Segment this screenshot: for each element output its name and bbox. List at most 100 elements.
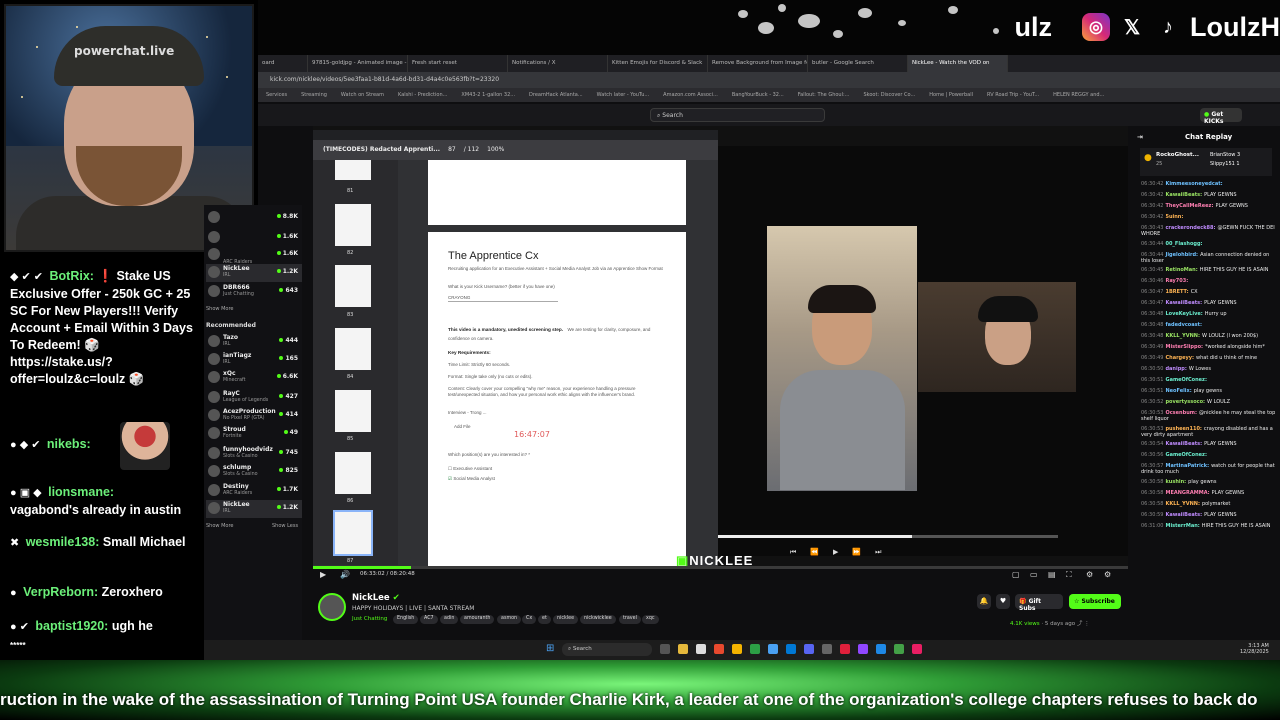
checkbox-option-checked[interactable]: ☑ Social Media Analyst (448, 476, 666, 482)
sidebar-channel[interactable]: 1.6K (206, 229, 302, 247)
brave-icon[interactable] (714, 644, 724, 654)
app-icon[interactable] (894, 644, 904, 654)
message-username[interactable]: Jigelohbird: (1165, 252, 1198, 258)
next-icon[interactable]: ⏭ (875, 548, 881, 560)
pdf-thumbnail[interactable] (335, 265, 371, 307)
app-icon[interactable] (768, 644, 778, 654)
message-username[interactable]: KawaiiBeats: (1165, 512, 1202, 518)
message-username[interactable]: Ocsenbum: (1165, 410, 1197, 416)
message-username[interactable]: MEANGRAMMA: (1165, 490, 1209, 496)
vod-progress-bar[interactable] (313, 566, 1128, 569)
message-username[interactable]: KKLL_YVNN: (1165, 501, 1199, 507)
sidebar-channel[interactable]: schlump Slots & Casino 825 (206, 463, 302, 481)
pdf-thumbnail[interactable] (335, 160, 371, 180)
bookmark[interactable]: Home | Powerball (929, 92, 973, 98)
message-username[interactable]: povertyssoco: (1165, 399, 1205, 405)
settings-icon[interactable]: ⚙ (1086, 570, 1093, 579)
volume-icon[interactable]: 🔊 (340, 570, 350, 579)
bookmark[interactable]: Fallout: The Ghoul:... (798, 92, 850, 98)
stream-tag[interactable]: Cx (522, 615, 537, 624)
bookmark[interactable]: Watch on Stream (341, 92, 384, 98)
message-username[interactable]: Ray703: (1165, 278, 1188, 284)
discord-icon[interactable] (804, 644, 814, 654)
pdf-thumbnail-selected[interactable] (333, 510, 373, 556)
bookmark[interactable]: HELEN REGGY and... (1053, 92, 1104, 98)
search-input[interactable]: ⌕ Search (650, 108, 825, 122)
message-username[interactable]: KKLL_YVNN: (1165, 333, 1199, 339)
channel-avatar[interactable] (318, 593, 346, 621)
browser-tab[interactable]: 97815-goldjpg - Animated image - (308, 55, 408, 72)
checkbox-option[interactable]: ☐ Executive Assistant (448, 466, 666, 472)
message-username[interactable]: 5uinn: (1165, 214, 1183, 220)
app-icon[interactable] (822, 644, 832, 654)
sidebar-channel[interactable]: AcezProduction No Pixel RP (GTA) 414 (206, 407, 302, 425)
message-username[interactable]: kushin: (1165, 479, 1186, 485)
message-username[interactable]: danipp: (1165, 366, 1186, 372)
message-username[interactable]: MisterSlippo: (1165, 344, 1203, 350)
clip-icon[interactable]: ▢ (1012, 570, 1020, 579)
message-username[interactable]: fadedvcoast: (1165, 322, 1202, 328)
message-username[interactable]: crackerondeck88: (1165, 225, 1215, 231)
prev-icon[interactable]: ⏮ (790, 548, 796, 560)
spotify-icon[interactable] (750, 644, 760, 654)
fullscreen-icon[interactable]: ⛶ (1066, 570, 1072, 580)
pdf-thumbnail[interactable] (335, 204, 371, 246)
bookmark[interactable]: RV Road Trip - YouT... (987, 92, 1039, 98)
pdf-zoom[interactable]: 100% (487, 146, 504, 154)
bookmark[interactable]: BangYourBuck - 32... (732, 92, 784, 98)
stream-tag[interactable]: nickwicklee (580, 615, 616, 624)
windows-start-icon[interactable]: ⊞ (546, 643, 554, 654)
browser-tab-active[interactable]: NickLee - Watch the VOD on (908, 55, 1008, 72)
play-icon[interactable]: ▶ (320, 570, 326, 579)
show-less-link[interactable]: Show Less (272, 523, 298, 529)
stream-tag[interactable]: English (393, 615, 419, 624)
sidebar-channel[interactable]: Stroud Fortnite 49 (206, 425, 302, 443)
stream-tag[interactable]: asmon (497, 615, 522, 624)
show-more-link[interactable]: Show More (206, 306, 233, 312)
message-username[interactable]: GameOfConez: (1165, 452, 1206, 458)
browser-tab[interactable]: butler - Google Search (808, 55, 908, 72)
sidebar-channel[interactable]: DBR666 Just Chatting 643 (206, 283, 302, 301)
gift-subs-button[interactable]: 🎁 Gift Subs (1015, 594, 1063, 612)
sidebar-channel[interactable]: ianTiagz IRL 165 (206, 351, 302, 369)
channel-name[interactable]: NickLee ✔ (352, 593, 400, 603)
bookmark[interactable]: Watch later - YouTu... (597, 92, 650, 98)
stream-category[interactable]: Just Chatting (352, 616, 387, 622)
stream-tag[interactable]: AC7 (420, 615, 438, 624)
message-username[interactable]: 00_Flashogg: (1165, 241, 1202, 247)
chrome-icon[interactable] (732, 644, 742, 654)
sidebar-channel[interactable]: 8.8K (206, 209, 302, 227)
share-icon[interactable]: ⤴ (1077, 621, 1083, 627)
taskbar-clock[interactable]: 3:13 AM 12/28/2025 (1240, 643, 1269, 655)
file-explorer-icon[interactable] (678, 644, 688, 654)
stream-tag[interactable]: nicklee (553, 615, 579, 624)
subscribe-button[interactable]: ☆ Subscribe (1069, 594, 1121, 609)
gear-icon[interactable]: ⚙ (1104, 570, 1111, 579)
edge-icon[interactable] (786, 644, 796, 654)
show-more-link[interactable]: Show More (206, 523, 233, 529)
pdf-thumbnail[interactable] (335, 328, 371, 370)
bell-icon[interactable]: 🔔 (977, 594, 991, 609)
stream-tag[interactable]: xqc (642, 615, 659, 624)
sidebar-channel[interactable]: Destiny ARC Raiders 1.7K (206, 482, 302, 500)
stream-tag[interactable]: adin (440, 615, 459, 624)
bookmark[interactable]: Skoot: Discover Co... (863, 92, 915, 98)
get-kicks-button[interactable]: ● Get KICKs (1200, 108, 1242, 125)
message-username[interactable]: Chargeyy: (1165, 355, 1194, 361)
bookmark[interactable]: Kalshi - Prediction... (398, 92, 447, 98)
stream-tag[interactable]: et (538, 615, 551, 624)
message-username[interactable]: GameOfConez: (1165, 377, 1206, 383)
sidebar-channel[interactable]: funnyhoodvidz Slots & Casino 745 (206, 445, 302, 463)
bookmark[interactable]: Services (266, 92, 287, 98)
steam-icon[interactable] (876, 644, 886, 654)
pdf-page-current[interactable]: 87 (448, 146, 456, 154)
stream-tag[interactable]: amouranth (460, 615, 495, 624)
sidebar-channel-active[interactable]: NickLee IRL 1.2K (206, 500, 302, 518)
uploaded-file[interactable]: Interview - Trong ... (448, 410, 666, 416)
message-username[interactable]: LoveKeyLive: (1165, 311, 1202, 317)
stream-tag[interactable]: travel (619, 615, 641, 624)
browser-tab[interactable]: Remove Background from Image fo (708, 55, 808, 72)
pip-icon[interactable]: ▭ (1030, 570, 1038, 579)
add-file-button[interactable]: Add File (454, 424, 666, 430)
app-icon[interactable] (858, 644, 868, 654)
